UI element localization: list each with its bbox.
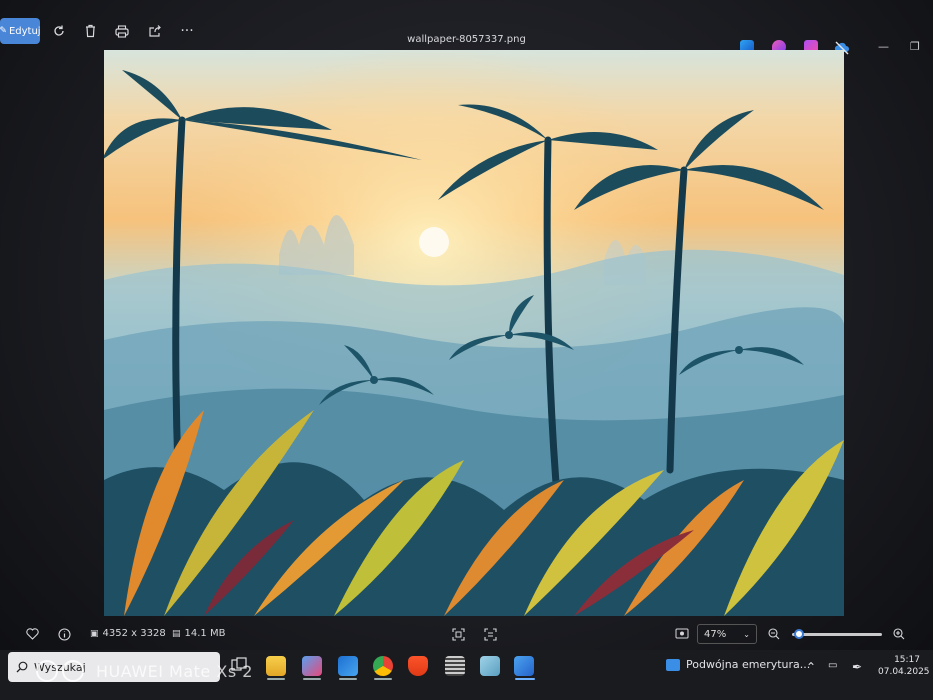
tropical-wallpaper-image bbox=[104, 50, 844, 616]
brave-icon[interactable] bbox=[408, 656, 428, 676]
file-size: ▤ 14.1 MB bbox=[172, 628, 225, 639]
dimensions-icon: ▣ bbox=[90, 628, 99, 639]
microsoft-store-icon[interactable] bbox=[302, 656, 322, 676]
chevron-up-icon[interactable]: ⌃ bbox=[806, 660, 816, 674]
news-headline: Podwójna emerytura... bbox=[686, 658, 811, 671]
zoom-dropdown[interactable]: 47% ⌄ bbox=[697, 624, 757, 644]
zoom-value: 47% bbox=[704, 628, 727, 640]
photos-app-icon[interactable] bbox=[514, 656, 534, 676]
system-clock[interactable]: 15:17 07.04.2025 bbox=[878, 654, 930, 678]
running-indicator bbox=[339, 678, 357, 680]
zoom-in-icon[interactable] bbox=[893, 628, 905, 640]
pen-icon[interactable]: ✒ bbox=[852, 660, 862, 674]
actual-size-icon[interactable] bbox=[484, 628, 497, 641]
clock-time: 15:17 bbox=[894, 655, 920, 665]
running-indicator bbox=[303, 678, 321, 680]
image-canvas[interactable] bbox=[104, 50, 844, 616]
running-indicator bbox=[267, 678, 285, 680]
status-bar: ▣ 4352 x 3328 ▤ 14.1 MB 47% ⌄ bbox=[0, 620, 933, 648]
camera-ring-icon bbox=[62, 660, 84, 682]
clock-date: 07.04.2025 bbox=[878, 667, 930, 677]
notepad-icon[interactable] bbox=[480, 656, 500, 676]
chrome-icon[interactable] bbox=[373, 656, 393, 676]
battery-icon[interactable]: ▭ bbox=[828, 660, 837, 671]
dimensions-text: 4352 x 3328 bbox=[102, 628, 166, 639]
favorite-icon[interactable] bbox=[26, 628, 39, 640]
top-toolbar: ✎ Edytuj ··· wallpaper-8057337.png — ❐ bbox=[0, 12, 933, 55]
chevron-down-icon: ⌄ bbox=[743, 629, 750, 639]
news-icon bbox=[666, 658, 680, 671]
restore-button[interactable]: ❐ bbox=[910, 40, 920, 53]
device-watermark: HUAWEI Mate Xs 2 bbox=[96, 662, 253, 681]
slideshow-icon[interactable] bbox=[675, 628, 689, 639]
file-name-title: wallpaper-8057337.png bbox=[407, 34, 526, 45]
file-explorer-icon[interactable] bbox=[266, 656, 286, 676]
image-dimensions: ▣ 4352 x 3328 bbox=[90, 628, 166, 639]
file-size-text: 14.1 MB bbox=[184, 628, 226, 639]
running-indicator bbox=[374, 678, 392, 680]
zoom-out-icon[interactable] bbox=[768, 628, 780, 640]
fit-screen-icon[interactable] bbox=[452, 628, 465, 641]
minimize-button[interactable]: — bbox=[878, 40, 889, 53]
photos-app-window: ✎ Edytuj ··· wallpaper-8057337.png — ❐ ▣… bbox=[0, 0, 933, 700]
camera-ring-icon bbox=[36, 660, 58, 682]
outlook-icon[interactable] bbox=[338, 656, 358, 676]
terminal-icon[interactable] bbox=[445, 656, 465, 676]
news-widget[interactable]: Podwójna emerytura... bbox=[666, 658, 810, 671]
zoom-slider-handle[interactable] bbox=[794, 629, 805, 639]
info-icon[interactable] bbox=[58, 628, 71, 641]
search-icon bbox=[16, 661, 28, 673]
active-indicator bbox=[515, 678, 535, 680]
save-disk-icon: ▤ bbox=[172, 628, 181, 639]
zoom-slider[interactable] bbox=[792, 629, 882, 639]
